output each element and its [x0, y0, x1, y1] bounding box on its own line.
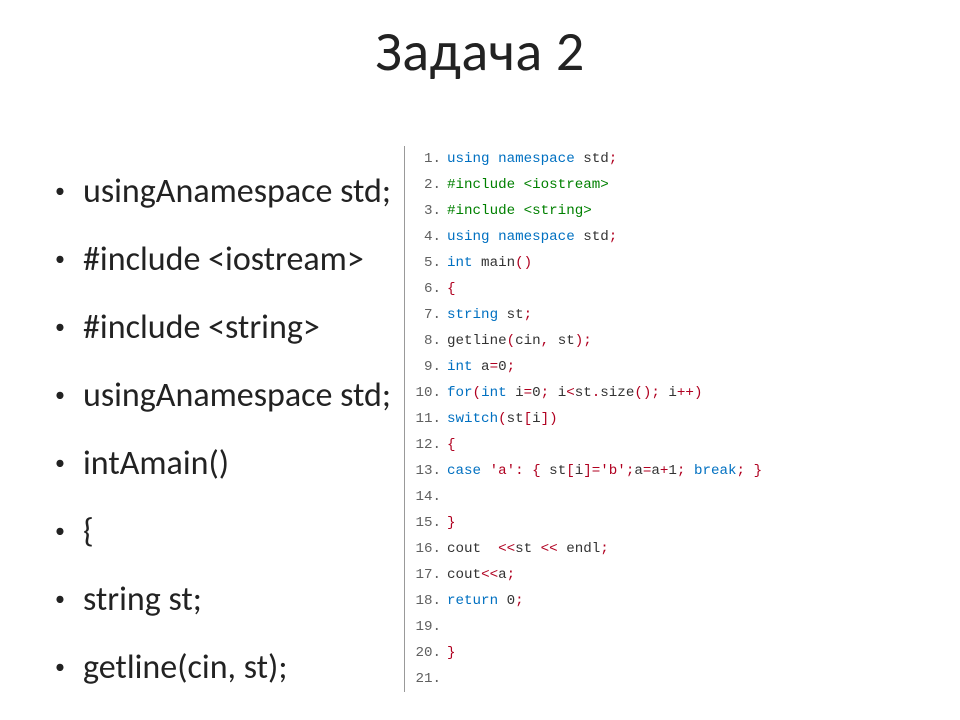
line-number: 16: [411, 536, 443, 562]
line-number: 13: [411, 458, 443, 484]
code-text: return 0;: [443, 588, 524, 614]
code-text: using namespace std;: [443, 224, 617, 250]
code-line: 17cout<<a;: [411, 562, 831, 588]
line-number: 14: [411, 484, 443, 510]
bullet-text: string st;: [83, 583, 202, 617]
code-text: }: [443, 640, 456, 666]
code-text: string st;: [443, 302, 532, 328]
list-item: • getline(cin, st);: [55, 634, 405, 702]
code-line: 15}: [411, 510, 831, 536]
code-text: cout<<a;: [443, 562, 515, 588]
bullet-icon: •: [55, 317, 65, 337]
line-number: 1: [411, 146, 443, 172]
code-line: 4using namespace std;: [411, 224, 831, 250]
code-line: 20}: [411, 640, 831, 666]
code-text: [443, 484, 447, 510]
code-line: 5int main(): [411, 250, 831, 276]
code-text: {: [443, 276, 456, 302]
bullet-icon: •: [55, 453, 65, 473]
bullet-icon: •: [55, 657, 65, 677]
list-item: • string st;: [55, 566, 405, 634]
line-number: 19: [411, 614, 443, 640]
slide: Задача 2 • usingАnamespace std; • #include…: [0, 0, 960, 720]
code-text: int a=0;: [443, 354, 515, 380]
code-line: 7string st;: [411, 302, 831, 328]
code-text: using namespace std;: [443, 146, 617, 172]
bullet-text: {: [83, 515, 94, 549]
line-number: 8: [411, 328, 443, 354]
code-text: for(int i=0; i<st.size(); i++): [443, 380, 702, 406]
bullet-text: #include <iostream>: [83, 243, 364, 277]
code-line: 11switch(st[i]): [411, 406, 831, 432]
bullet-text: usingАnamespace std;: [83, 379, 391, 413]
list-item: •{: [55, 498, 405, 566]
code-line: 2#include <iostream>: [411, 172, 831, 198]
list-item: • intАmain(): [55, 430, 405, 498]
bullet-text: #include <string>: [83, 311, 320, 345]
line-number: 21: [411, 666, 443, 692]
code-line: 21: [411, 666, 831, 692]
code-line: 6{: [411, 276, 831, 302]
line-number: 10: [411, 380, 443, 406]
code-text: [443, 614, 447, 640]
bullet-list: • usingАnamespace std; • #include <iostrea…: [55, 158, 405, 702]
bullet-text: intАmain(): [83, 447, 229, 481]
line-number: 12: [411, 432, 443, 458]
bullet-icon: •: [55, 385, 65, 405]
code-text: [443, 666, 447, 692]
code-panel: 1using namespace std;2#include <iostream…: [404, 146, 831, 692]
code-line: 14: [411, 484, 831, 510]
code-line: 3#include <string>: [411, 198, 831, 224]
code-text: #include <iostream>: [443, 172, 609, 198]
list-item: • usingАnamespace std;: [55, 158, 405, 226]
list-item: • usingАnamespace std;: [55, 362, 405, 430]
code-line: 18return 0;: [411, 588, 831, 614]
code-text: case 'a': { st[i]='b';a=a+1; break; }: [443, 458, 762, 484]
line-number: 9: [411, 354, 443, 380]
code-text: getline(cin, st);: [443, 328, 592, 354]
code-line: 16cout <<st << endl;: [411, 536, 831, 562]
line-number: 4: [411, 224, 443, 250]
code-line: 1using namespace std;: [411, 146, 831, 172]
line-number: 3: [411, 198, 443, 224]
line-number: 11: [411, 406, 443, 432]
code-text: switch(st[i]): [443, 406, 558, 432]
bullet-icon: •: [55, 589, 65, 609]
slide-title: Задача 2: [0, 0, 960, 86]
line-number: 6: [411, 276, 443, 302]
code-line: 19: [411, 614, 831, 640]
code-text: }: [443, 510, 456, 536]
code-line: 13case 'a': { st[i]='b';a=a+1; break; }: [411, 458, 831, 484]
code-line: 8getline(cin, st);: [411, 328, 831, 354]
code-line: 12{: [411, 432, 831, 458]
code-text: {: [443, 432, 456, 458]
bullet-icon: •: [55, 249, 65, 269]
code-line: 9int a=0;: [411, 354, 831, 380]
line-number: 2: [411, 172, 443, 198]
line-number: 15: [411, 510, 443, 536]
code-text: cout <<st << endl;: [443, 536, 609, 562]
line-number: 20: [411, 640, 443, 666]
bullet-text: getline(cin, st);: [83, 651, 287, 685]
line-number: 7: [411, 302, 443, 328]
code-line: 10for(int i=0; i<st.size(); i++): [411, 380, 831, 406]
line-number: 18: [411, 588, 443, 614]
list-item: • #include <iostream>: [55, 226, 405, 294]
list-item: • #include <string>: [55, 294, 405, 362]
code-text: int main(): [443, 250, 532, 276]
bullet-icon: •: [55, 521, 65, 541]
line-number: 5: [411, 250, 443, 276]
slide-content: • usingАnamespace std; • #include <iostrea…: [0, 120, 960, 720]
bullet-text: usingАnamespace std;: [83, 175, 391, 209]
bullet-icon: •: [55, 181, 65, 201]
line-number: 17: [411, 562, 443, 588]
code-text: #include <string>: [443, 198, 592, 224]
